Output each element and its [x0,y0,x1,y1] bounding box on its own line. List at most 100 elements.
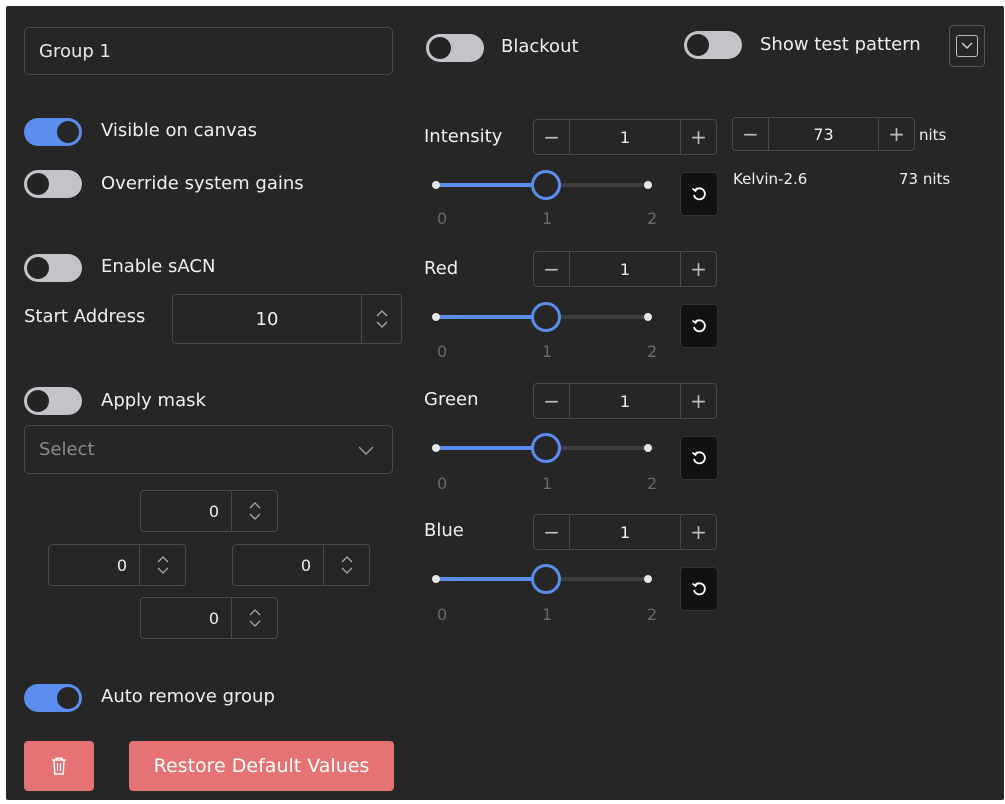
nits-value: 73 [813,124,834,144]
chevron-down-icon[interactable] [341,567,353,575]
red-min-tick: 0 [437,342,448,361]
auto-remove-group-toggle[interactable] [24,684,82,712]
blackout-toggle[interactable] [426,34,484,62]
green-increment-button[interactable]: + [680,384,716,418]
enable-sacn-label: Enable sACN [101,256,216,277]
override-system-gains-label: Override system gains [101,173,304,194]
blue-mid-tick: 1 [542,605,553,624]
intensity-max-tick: 2 [647,209,658,228]
mask-right-value: 0 [300,555,311,575]
chevron-up-icon[interactable] [376,309,388,317]
blue-decrement-button[interactable]: − [534,515,570,549]
chevron-down-icon[interactable] [249,620,261,628]
red-slider-thumb[interactable] [531,302,561,332]
chevron-up-icon[interactable] [249,608,261,616]
green-slider-thumb[interactable] [531,433,561,463]
intensity-value: 1 [619,127,631,147]
intensity-mid-tick: 1 [542,209,553,228]
green-label: Green [424,389,479,410]
mask-bottom-value: 0 [208,608,219,628]
blue-slider-thumb[interactable] [531,564,561,594]
rotate-ccw-icon [691,319,706,333]
green-mid-tick: 1 [542,474,553,493]
intensity-slider[interactable] [430,170,654,200]
visible-on-canvas-label: Visible on canvas [101,120,258,141]
blue-label: Blue [424,520,464,541]
mask-bottom-input[interactable]: 0 [140,597,278,639]
chevron-up-icon[interactable] [249,501,261,509]
start-address-input[interactable]: 10 [172,294,402,344]
group-name-input[interactable]: Group 1 [24,27,393,75]
green-decrement-button[interactable]: − [534,384,570,418]
mask-left-input[interactable]: 0 [48,544,186,586]
red-stepper[interactable]: − 1 + [533,251,717,287]
red-label: Red [424,258,459,279]
apply-mask-toggle[interactable] [24,387,82,415]
group-settings-panel: Group 1 Blackout Show test pattern Visib… [6,6,1004,800]
chevron-down-icon[interactable] [376,321,388,329]
visible-on-canvas-toggle[interactable] [24,118,82,146]
mask-select-placeholder: Select [39,439,95,460]
red-slider[interactable] [430,302,654,332]
restore-defaults-label: Restore Default Values [153,755,370,777]
blue-increment-button[interactable]: + [680,515,716,549]
chevron-up-icon[interactable] [157,555,169,563]
green-stepper[interactable]: − 1 + [533,383,717,419]
nits-increment-button[interactable]: + [878,118,914,150]
restore-defaults-button[interactable]: Restore Default Values [129,741,394,791]
delete-group-button[interactable] [24,741,94,791]
rotate-ccw-icon [691,451,706,465]
red-increment-button[interactable]: + [680,252,716,286]
intensity-stepper[interactable]: − 1 + [533,119,717,155]
mask-top-input[interactable]: 0 [140,490,278,532]
green-slider[interactable] [430,433,654,463]
red-value: 1 [619,259,631,279]
start-address-label: Start Address [24,306,146,327]
chevron-up-icon[interactable] [341,555,353,563]
intensity-reset-button[interactable] [680,172,718,216]
green-value: 1 [619,391,631,411]
start-address-value: 10 [255,308,279,330]
red-reset-button[interactable] [680,304,718,348]
mask-select[interactable]: Select [24,425,393,474]
blue-slider[interactable] [430,564,654,594]
green-min-tick: 0 [437,474,448,493]
blue-max-tick: 2 [647,605,658,624]
trash-icon [52,757,66,775]
nits-unit-label: nits [919,126,947,144]
nits-preset-name: Kelvin-2.6 [733,170,808,188]
blue-value: 1 [619,522,631,542]
test-pattern-label: Show test pattern [760,34,921,55]
intensity-increment-button[interactable]: + [680,120,716,154]
blackout-label: Blackout [501,36,579,57]
blue-reset-button[interactable] [680,567,718,611]
intensity-label: Intensity [424,126,503,147]
mask-left-value: 0 [116,555,127,575]
expand-dropdown-button[interactable] [949,25,985,67]
chevron-down-icon[interactable] [157,567,169,575]
override-system-gains-toggle[interactable] [24,170,82,198]
intensity-slider-thumb[interactable] [531,170,561,200]
blue-stepper[interactable]: − 1 + [533,514,717,550]
chevron-down-icon [358,446,374,456]
group-name-value: Group 1 [39,40,111,62]
red-mid-tick: 1 [542,342,553,361]
rotate-ccw-icon [691,187,706,201]
nits-decrement-button[interactable]: − [733,118,769,150]
nits-stepper[interactable]: − 73 + [732,117,915,151]
green-max-tick: 2 [647,474,658,493]
red-decrement-button[interactable]: − [534,252,570,286]
test-pattern-toggle[interactable] [684,31,742,59]
enable-sacn-toggle[interactable] [24,254,82,282]
rotate-ccw-icon [691,582,706,596]
red-max-tick: 2 [647,342,658,361]
mask-right-input[interactable]: 0 [232,544,370,586]
chevron-down-icon[interactable] [249,513,261,521]
intensity-min-tick: 0 [437,209,448,228]
auto-remove-group-label: Auto remove group [101,686,275,707]
apply-mask-label: Apply mask [101,390,206,411]
intensity-decrement-button[interactable]: − [534,120,570,154]
nits-preset-value: 73 nits [899,170,951,188]
mask-top-value: 0 [208,501,219,521]
green-reset-button[interactable] [680,436,718,480]
